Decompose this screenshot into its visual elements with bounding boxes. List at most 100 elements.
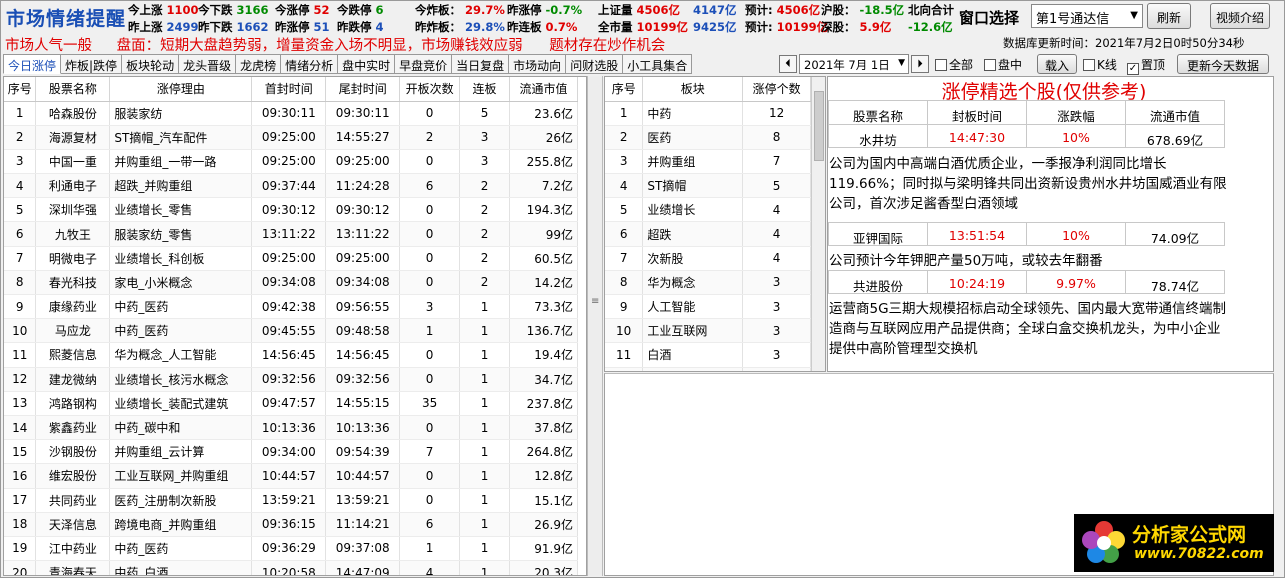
column-header[interactable]: 序号: [605, 77, 644, 102]
table-row[interactable]: 2 医药 8: [605, 125, 811, 150]
table-cell: 14:55:15: [325, 391, 401, 416]
table-row[interactable]: 8 春光科技 家电_小米概念 09:34:08 09:34:08 0 2 14.2亿: [4, 270, 579, 296]
pick-row[interactable]: 共进股份 10:24:19 9.97% 78.74亿: [828, 270, 1225, 294]
sector-scrollbar[interactable]: [811, 77, 825, 371]
table-row[interactable]: 19 江中药业 中药_医药 09:36:29 09:37:08 1 1 91.9亿: [4, 536, 579, 562]
stat-row1b-3: 昨跌停 4: [337, 19, 384, 35]
table-row[interactable]: 9 康缘药业 中药_医药 09:42:38 09:56:55 3 1 73.3亿: [4, 294, 579, 320]
table-row[interactable]: 17 共同药业 医药_注册制次新股 13:59:21 13:59:21 0 1 15.1亿: [4, 488, 579, 513]
column-header[interactable]: 流通市值: [509, 77, 579, 102]
table-row[interactable]: 1 哈森股份 服装家纺 09:30:11 09:30:11 0 5 23.6亿: [4, 101, 579, 126]
pick-row[interactable]: 亚钾国际 13:51:54 10% 74.09亿: [828, 222, 1225, 246]
table-cell: 10:13:36: [251, 415, 327, 441]
table-row[interactable]: 6 九牧王 服装家纺_零售 13:11:22 13:11:22 0 2 99亿: [4, 221, 579, 247]
limit-up-table: 序号 股票名称 涨停理由 首封时间 尾封时间 开板次数 连板 流通市值 1 哈森股份 服装家纺 09…: [4, 77, 579, 575]
column-header[interactable]: 尾封时间: [325, 77, 401, 102]
tab-10[interactable]: 问财选股: [566, 54, 624, 74]
column-header[interactable]: 连板: [459, 77, 510, 102]
table-row[interactable]: 13 鸿路钢构 业绩增长_装配式建筑 09:47:57 14:55:15 35 1 237.8…: [4, 391, 579, 416]
table-row[interactable]: 1 中药 12: [605, 101, 811, 126]
table-row[interactable]: 12 建龙微纳 业绩增长_核污水概念 09:32:56 09:32:56 0 1 34.7亿: [4, 367, 579, 392]
table-row[interactable]: 5 深圳华强 业绩增长_零售 09:30:12 09:30:12 0 2 194.3亿: [4, 197, 579, 223]
panel-splitter[interactable]: ≡: [587, 76, 603, 576]
table-cell: 2: [459, 270, 510, 296]
tab-2[interactable]: 板块轮动: [122, 54, 180, 74]
stat-row1-9: 沪股： -18.5亿: [821, 2, 904, 18]
pick-time: 14:47:30: [927, 124, 1027, 148]
option-intraday[interactable]: 盘中: [984, 56, 1022, 73]
date-picker[interactable]: 2021年 7月 1日 ▼: [799, 54, 909, 74]
update-today-button[interactable]: 更新今天数据: [1177, 54, 1269, 74]
stat-value: 4: [371, 20, 384, 34]
checkbox-icon: [1083, 59, 1095, 71]
table-cell: 264.8亿: [509, 439, 579, 465]
table-row[interactable]: 5 业绩增长 4: [605, 197, 811, 223]
table-row[interactable]: 3 中国一重 并购重组_一带一路 09:25:00 09:25:00 0 3 255.8亿: [4, 149, 579, 175]
next-date-button[interactable]: ⏵: [911, 55, 929, 73]
table-cell: 12: [4, 367, 37, 392]
table-cell: 海源复材: [35, 125, 111, 150]
table-cell: 1: [459, 342, 510, 368]
table-row[interactable]: 8 华为概念 3: [605, 270, 811, 296]
column-header[interactable]: 股票名称: [35, 77, 111, 102]
table-cell: 碳中和: [642, 367, 744, 371]
column-header[interactable]: 首封时间: [251, 77, 327, 102]
picks-header: 股票名称 封板时间 涨跌幅 流通市值: [828, 100, 1225, 125]
table-row[interactable]: 6 超跌 4: [605, 221, 811, 247]
table-row[interactable]: 10 工业互联网 3: [605, 318, 811, 344]
table-row[interactable]: 4 利通电子 超跌_并购重组 09:37:44 11:24:28 6 2 7.2亿: [4, 173, 579, 199]
table-row[interactable]: 11 白酒 3: [605, 342, 811, 368]
option-kline[interactable]: K线: [1083, 56, 1117, 73]
table-row[interactable]: 14 紫鑫药业 中药_碳中和 10:13:36 10:13:36 0 1 37.8亿: [4, 415, 579, 441]
video-intro-button[interactable]: 视频介绍: [1210, 3, 1270, 29]
tab-0[interactable]: 今日涨停: [3, 54, 62, 74]
stat-label: 昨跌停: [337, 20, 372, 34]
stat-row1-4: 今炸板： 29.7%: [415, 2, 505, 18]
table-row[interactable]: 4 ST摘帽 5: [605, 173, 811, 199]
table-cell: 人工智能: [642, 294, 744, 320]
table-row[interactable]: 15 沙钢股份 并购重组_云计算 09:34:00 09:54:39 7 1 264.8亿: [4, 439, 579, 465]
prev-date-button[interactable]: ⏴: [779, 55, 797, 73]
tab-8[interactable]: 当日复盘: [452, 54, 510, 74]
table-row[interactable]: 7 明微电子 业绩增长_科创板 09:25:00 09:25:00 0 2 60.5亿: [4, 246, 579, 271]
column-header[interactable]: 开板次数: [399, 77, 461, 102]
table-row[interactable]: 3 并购重组 7: [605, 149, 811, 175]
column-header[interactable]: 板块: [642, 77, 744, 102]
table-row[interactable]: 16 维宏股份 工业互联网_并购重组 10:44:57 10:44:57 0 1 12.8亿: [4, 463, 579, 489]
table-cell: 14.2亿: [509, 270, 579, 296]
tab-4[interactable]: 龙虎榜: [236, 54, 282, 74]
stat-row1b-1: 昨下跌 1662: [198, 19, 269, 35]
table-row[interactable]: 7 次新股 4: [605, 246, 811, 271]
tab-3[interactable]: 龙头晋级: [179, 54, 237, 74]
table-cell: 1: [459, 415, 510, 441]
table-row[interactable]: 20 青海春天 中药_白酒 10:20:58 14:47:09 4 1 20.3亿: [4, 560, 579, 575]
pick-row[interactable]: 水井坊 14:47:30 10% 678.69亿: [828, 124, 1225, 148]
table-row[interactable]: 12碳中和3: [605, 367, 811, 371]
scrollbar-thumb[interactable]: [814, 91, 824, 161]
table-cell: 09:30:12: [251, 197, 327, 223]
table-row[interactable]: 11 熙菱信息 华为概念_人工智能 14:56:45 14:56:45 0 1 19.4亿: [4, 342, 579, 368]
tab-7[interactable]: 早盘竞价: [395, 54, 453, 74]
tab-6[interactable]: 盘中实时: [338, 54, 396, 74]
table-cell: 60.5亿: [509, 246, 579, 271]
table-row[interactable]: 18 天泽信息 跨境电商_并购重组 09:36:15 11:14:21 6 1 26.9亿: [4, 512, 579, 537]
table-cell: ST摘帽_汽车配件: [109, 125, 253, 150]
column-header[interactable]: 涨停理由: [109, 77, 253, 102]
window-select[interactable]: 第1号通达信 ▼: [1031, 4, 1143, 28]
column-header[interactable]: 序号: [4, 77, 37, 102]
table-cell: 工业互联网: [642, 318, 744, 344]
table-cell: 3: [742, 342, 811, 368]
stat-label: 沪股：: [821, 3, 856, 17]
option-pin-top[interactable]: ✓ 置顶: [1127, 56, 1165, 75]
tab-5[interactable]: 情绪分析: [281, 54, 339, 74]
table-row[interactable]: 9 人工智能 3: [605, 294, 811, 320]
table-row[interactable]: 10 马应龙 中药_医药 09:45:55 09:48:58 1 1 136.7亿: [4, 318, 579, 344]
tab-11[interactable]: 小工具集合: [623, 54, 693, 74]
load-button[interactable]: 载入: [1037, 54, 1077, 74]
column-header[interactable]: 涨停个数: [742, 77, 811, 102]
tab-9[interactable]: 市场动向: [509, 54, 567, 74]
option-all[interactable]: 全部: [935, 56, 973, 73]
tab-1[interactable]: 炸板|跌停: [61, 54, 123, 74]
table-row[interactable]: 2 海源复材 ST摘帽_汽车配件 09:25:00 14:55:27 2 3 26亿: [4, 125, 579, 150]
refresh-button[interactable]: 刷新: [1147, 3, 1191, 29]
